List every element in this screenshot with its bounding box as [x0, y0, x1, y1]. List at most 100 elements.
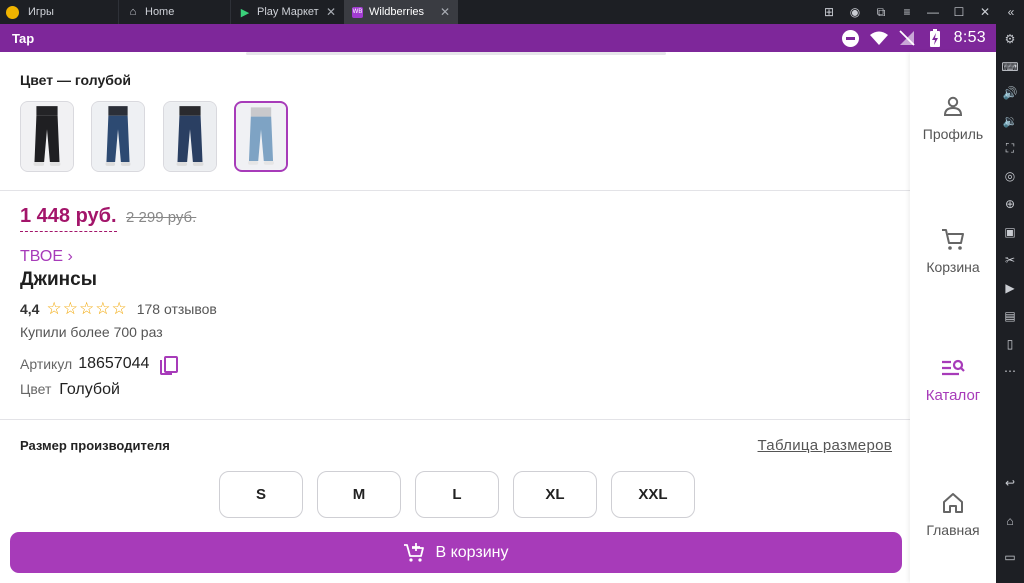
article-row: Артикул 18657044: [20, 355, 179, 375]
jeans-image: [236, 103, 286, 170]
color-thumbnail-black[interactable]: [20, 101, 74, 172]
nav-item-cart[interactable]: Корзина: [910, 227, 996, 275]
scissors-icon[interactable]: ✂: [996, 253, 1024, 267]
chevron-right-icon: ›: [67, 248, 73, 265]
color-label: Цвет: [20, 381, 52, 397]
home-nav-icon[interactable]: ⌂: [996, 514, 1024, 528]
tab-home[interactable]: ⌂ Home: [118, 0, 230, 24]
size-section-label: Размер производителя: [20, 438, 170, 453]
status-time: 8:53: [953, 29, 986, 46]
star-half-icon: ☆: [111, 299, 127, 318]
volume-up-icon[interactable]: 🔊: [996, 86, 1024, 100]
tab-label: Home: [145, 6, 175, 18]
minimize-icon[interactable]: —: [920, 5, 946, 19]
star-icon: ☆: [62, 299, 78, 318]
emulator-logo-icon: [0, 0, 24, 24]
divider: [0, 419, 910, 420]
rating-row[interactable]: 4,4 ☆ ☆ ☆ ☆ ☆ 178 отзывов: [20, 299, 217, 319]
size-table-link[interactable]: Таблица размеров: [758, 437, 892, 454]
size-button-s[interactable]: S: [219, 471, 303, 518]
apk-icon[interactable]: ▣: [996, 225, 1024, 239]
emulator-toolbar: ⚙ ⌨ 🔊 🔉 ⛶ ◎ ⊕ ▣ ✂ ▶ ▤ ▯ ⋯ ↩ ⌂ ▭: [996, 24, 1024, 583]
cart-icon: [942, 229, 964, 250]
current-price[interactable]: 1 448 руб.: [20, 205, 117, 232]
nav-item-catalog[interactable]: Каталог: [910, 355, 996, 404]
star-icon: ☆: [46, 299, 62, 318]
home-icon: [943, 493, 963, 513]
size-button-m[interactable]: M: [317, 471, 401, 518]
tab-wildberries[interactable]: WB Wildberries ✕: [344, 0, 458, 24]
window-controls: ⊞ ◉ ⧉ ≡ — ☐ ✕ «: [816, 0, 1024, 24]
star-icon: ☆: [78, 299, 95, 318]
color-selection-label: Цвет — голубой: [20, 72, 132, 88]
home-icon: ⌂: [129, 6, 137, 18]
wifi-icon: [869, 29, 888, 47]
cart-add-icon: [404, 542, 425, 562]
record-icon[interactable]: ◎: [996, 169, 1024, 183]
add-icon[interactable]: ⊕: [996, 197, 1024, 211]
profile-icon: [943, 96, 963, 116]
media-icon[interactable]: ▶: [996, 281, 1024, 295]
color-thumbnail-navy[interactable]: [163, 101, 217, 172]
size-button-xl[interactable]: XL: [513, 471, 597, 518]
color-row: Цвет Голубой: [20, 381, 120, 399]
brand-name: ТВОЕ: [20, 248, 64, 265]
emulator-window: Игры ⌂ Home ▶ Play Маркет ✕ WB Wildberri…: [0, 0, 1024, 583]
menu-icon[interactable]: ≡: [894, 5, 920, 19]
do-not-disturb-icon: [842, 29, 860, 47]
side-navigation: Профиль Корзина Каталог Главная: [910, 52, 996, 583]
reviews-count: 178 отзывов: [136, 301, 217, 317]
keyboard-icon[interactable]: ⌨: [996, 60, 1024, 74]
recents-icon[interactable]: ▭: [996, 550, 1024, 564]
tab-games[interactable]: Игры: [24, 0, 118, 24]
divider: [0, 190, 910, 191]
close-icon[interactable]: ✕: [972, 5, 998, 19]
nav-item-label: Корзина: [926, 259, 980, 275]
nav-item-profile[interactable]: Профиль: [910, 94, 996, 142]
nav-item-home[interactable]: Главная: [910, 490, 996, 538]
copy-icon[interactable]: [159, 355, 179, 375]
nav-item-label: Профиль: [922, 126, 984, 142]
nav-item-label: Главная: [926, 522, 980, 538]
files-icon[interactable]: ▤: [996, 309, 1024, 323]
tab-label: Play Маркет: [257, 6, 319, 18]
account-icon[interactable]: ◉: [842, 5, 868, 19]
play-store-icon: ▶: [240, 6, 250, 19]
volume-down-icon[interactable]: 🔉: [996, 114, 1024, 128]
jeans-image: [164, 102, 216, 171]
tab-label: Wildberries: [369, 6, 425, 18]
no-signal-icon: [898, 29, 916, 47]
size-button-l[interactable]: L: [415, 471, 499, 518]
vibrate-icon[interactable]: ▯: [996, 337, 1024, 351]
product-page[interactable]: Цвет — голубой 1 448 руб. 2 299 руб. ТВО…: [0, 52, 910, 583]
collapse-sidebar-icon[interactable]: «: [998, 5, 1024, 19]
jeans-image: [92, 102, 144, 171]
screenshot-icon[interactable]: ⧉: [868, 5, 894, 20]
close-tab-icon[interactable]: ✕: [326, 5, 336, 19]
add-to-cart-label: В корзину: [435, 543, 509, 561]
nav-item-label: Каталог: [925, 387, 981, 404]
status-app-label: Tap: [12, 30, 35, 46]
color-thumbnail-light-blue[interactable]: [234, 101, 288, 172]
article-label: Артикул: [20, 356, 73, 372]
fullscreen-icon[interactable]: ⛶: [996, 141, 1024, 156]
close-tab-icon[interactable]: ✕: [440, 5, 450, 19]
status-bar: Tap 8:53: [0, 24, 996, 52]
size-button-xxl[interactable]: XXL: [611, 471, 695, 518]
wildberries-icon: WB: [352, 6, 363, 18]
color-thumbnail-dark-blue[interactable]: [91, 101, 145, 172]
old-price: 2 299 руб.: [126, 209, 197, 226]
color-value: Голубой: [59, 381, 120, 398]
tab-play-market[interactable]: ▶ Play Маркет ✕: [230, 0, 344, 24]
brand-link[interactable]: ТВОЕ ›: [20, 248, 73, 266]
rating-stars: ☆ ☆ ☆ ☆ ☆: [46, 299, 126, 319]
back-icon[interactable]: ↩: [996, 476, 1024, 490]
add-to-cart-button[interactable]: В корзину: [10, 532, 902, 573]
gamepad-icon[interactable]: ⊞: [816, 5, 842, 19]
purchases-count: Купили более 700 раз: [20, 324, 163, 340]
catalog-search-icon: [942, 359, 965, 376]
more-icon[interactable]: ⋯: [996, 364, 1024, 378]
maximize-icon[interactable]: ☐: [946, 5, 972, 19]
settings-icon[interactable]: ⚙: [996, 32, 1024, 46]
battery-charging-icon: [926, 29, 944, 47]
